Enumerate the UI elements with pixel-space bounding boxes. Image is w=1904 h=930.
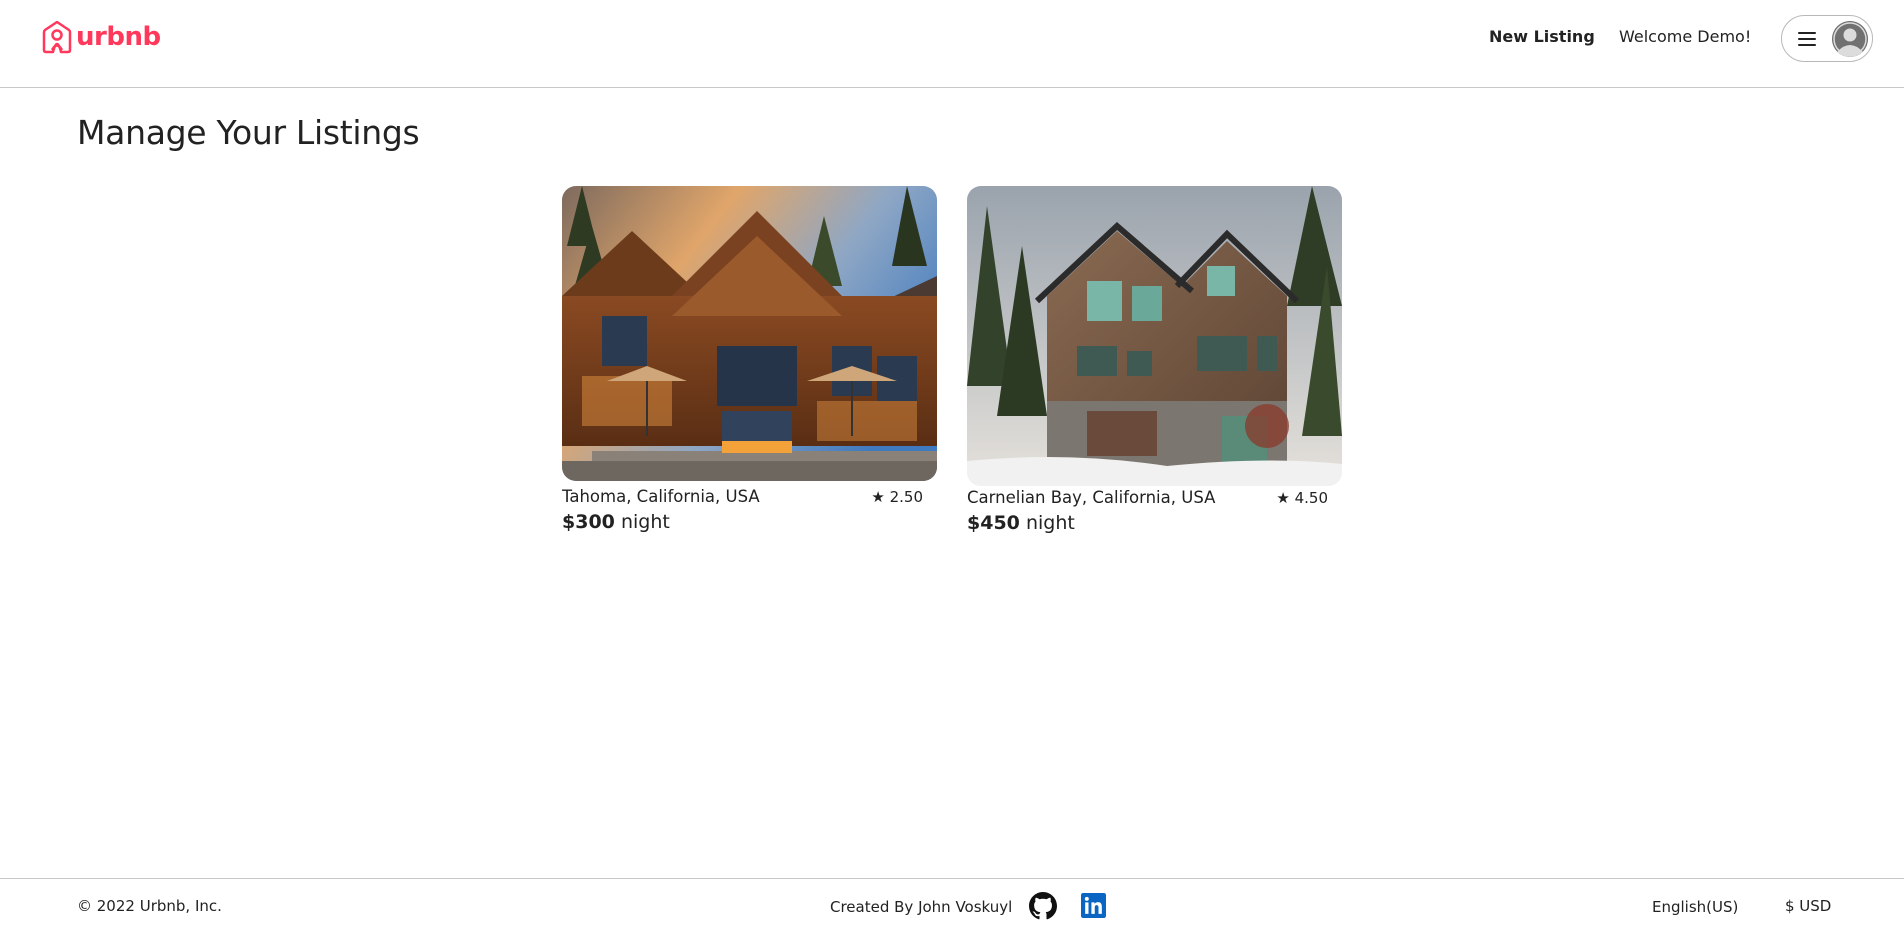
star-icon: ★ bbox=[871, 488, 885, 506]
linkedin-icon[interactable] bbox=[1081, 893, 1106, 918]
language-selector[interactable]: English(US) bbox=[1652, 898, 1738, 916]
listing-location: Tahoma, California, USA bbox=[562, 487, 760, 506]
listing-price-line: $450 night bbox=[967, 512, 1075, 534]
listing-price: $450 bbox=[967, 512, 1020, 534]
listing-info: Carnelian Bay, California, USA ★ 4.50 $4… bbox=[967, 488, 1342, 546]
rating-value: 2.50 bbox=[889, 488, 923, 506]
listing-photo[interactable] bbox=[562, 186, 937, 481]
footer: © 2022 Urbnb, Inc. Created By John Vosku… bbox=[0, 878, 1904, 930]
listing-rating: ★ 2.50 bbox=[871, 488, 923, 506]
currency-selector[interactable]: $ USD bbox=[1785, 897, 1831, 915]
listing-location: Carnelian Bay, California, USA bbox=[967, 488, 1216, 507]
urbnb-logo-icon bbox=[42, 20, 72, 54]
rating-value: 4.50 bbox=[1294, 489, 1328, 507]
avatar-icon bbox=[1832, 20, 1868, 57]
top-navbar: urbnb New Listing Welcome Demo! bbox=[0, 0, 1904, 88]
logo-text: urbnb bbox=[76, 22, 161, 52]
listing-rating: ★ 4.50 bbox=[1276, 489, 1328, 507]
listing-photo[interactable] bbox=[967, 186, 1342, 486]
listing-price-unit: night bbox=[620, 511, 670, 533]
new-listing-link[interactable]: New Listing bbox=[1489, 27, 1595, 46]
home-logo-link[interactable]: urbnb bbox=[42, 19, 161, 55]
welcome-text: Welcome Demo! bbox=[1619, 27, 1752, 46]
star-icon: ★ bbox=[1276, 489, 1290, 507]
listing-info: Tahoma, California, USA ★ 2.50 $300 nigh… bbox=[562, 487, 937, 545]
page-title: Manage Your Listings bbox=[77, 113, 420, 152]
listing-price: $300 bbox=[562, 511, 615, 533]
hamburger-icon bbox=[1798, 31, 1816, 46]
copyright-text: © 2022 Urbnb, Inc. bbox=[77, 897, 222, 915]
github-icon[interactable] bbox=[1029, 892, 1057, 920]
listing-card[interactable]: Tahoma, California, USA ★ 2.50 $300 nigh… bbox=[562, 186, 937, 545]
listing-price-unit: night bbox=[1025, 512, 1075, 534]
listing-card[interactable]: Carnelian Bay, California, USA ★ 4.50 $4… bbox=[967, 186, 1342, 546]
profile-menu-button[interactable] bbox=[1781, 15, 1873, 62]
created-by-text: Created By John Voskuyl bbox=[830, 898, 1013, 916]
listing-price-line: $300 night bbox=[562, 511, 670, 533]
